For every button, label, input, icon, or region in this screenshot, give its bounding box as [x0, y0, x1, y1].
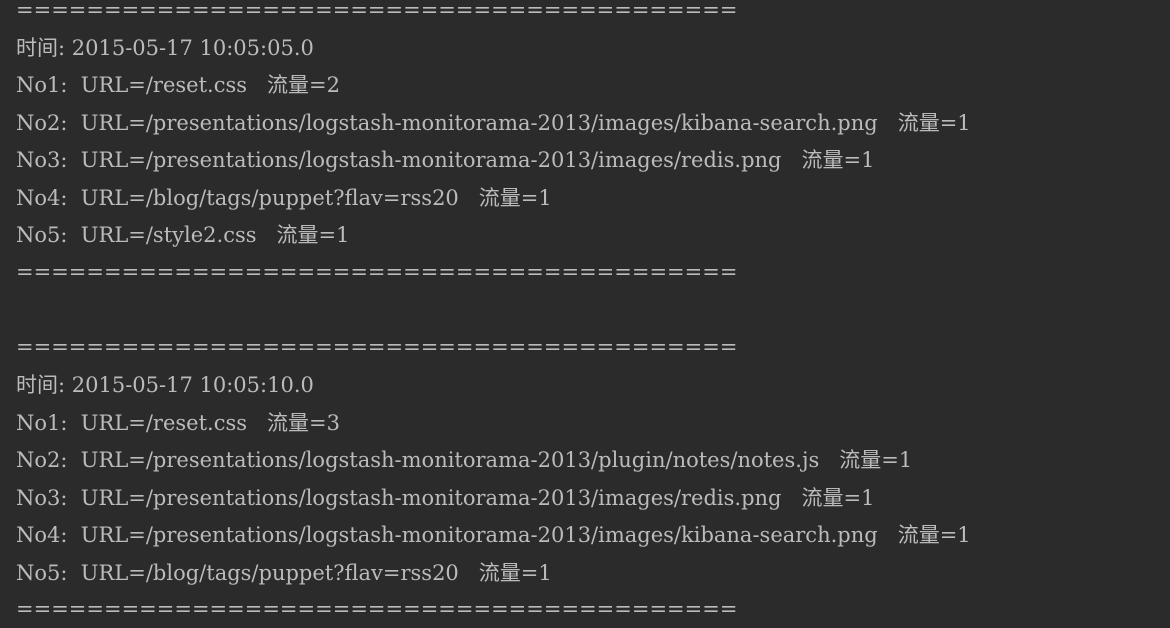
timestamp-line: 时间: 2015-05-17 10:05:10.0 — [16, 373, 314, 397]
separator-line: ========================================… — [16, 0, 738, 22]
separator-line: ========================================… — [16, 597, 738, 621]
separator-line: ========================================… — [16, 260, 738, 284]
url-entry-line: No5: URL=/style2.css 流量=1 — [16, 223, 350, 247]
url-entry-line: No2: URL=/presentations/logstash-monitor… — [16, 111, 971, 135]
url-entry-line: No3: URL=/presentations/logstash-monitor… — [16, 486, 875, 510]
separator-line: ========================================… — [16, 335, 738, 359]
console-output[interactable]: ========================================… — [0, 0, 1170, 628]
url-entry-line: No1: URL=/reset.css 流量=3 — [16, 411, 341, 435]
url-entry-line: No5: URL=/blog/tags/puppet?flav=rss20 流量… — [16, 561, 552, 585]
url-entry-line: No4: URL=/presentations/logstash-monitor… — [16, 523, 971, 547]
url-entry-line: No4: URL=/blog/tags/puppet?flav=rss20 流量… — [16, 186, 552, 210]
url-entry-line: No1: URL=/reset.css 流量=2 — [16, 73, 341, 97]
url-entry-line: No3: URL=/presentations/logstash-monitor… — [16, 148, 875, 172]
url-entry-line: No2: URL=/presentations/logstash-monitor… — [16, 448, 913, 472]
timestamp-line: 时间: 2015-05-17 10:05:05.0 — [16, 36, 314, 60]
